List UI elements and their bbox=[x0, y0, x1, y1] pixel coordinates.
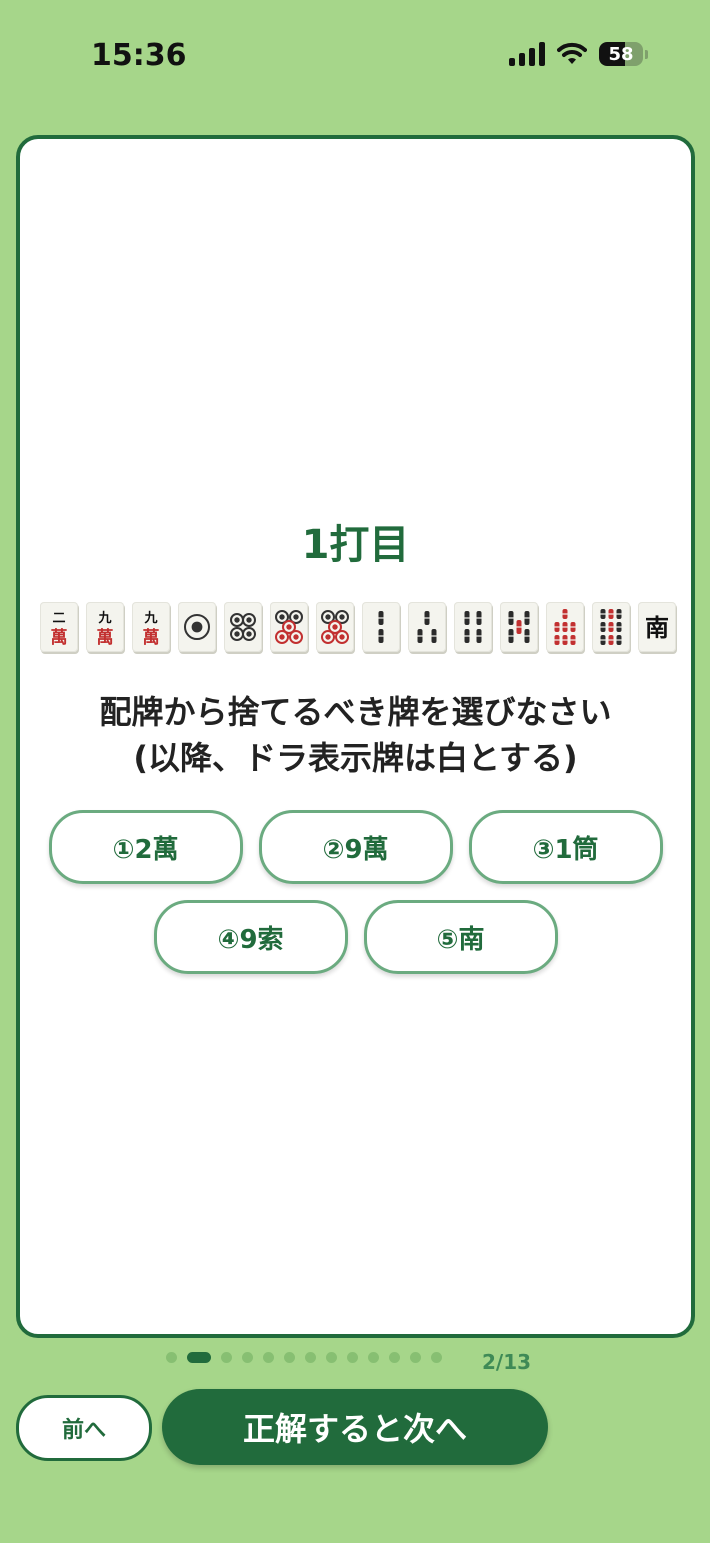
4-pin-tile bbox=[224, 602, 262, 652]
svg-text:二: 二 bbox=[52, 611, 65, 626]
page-dot[interactable] bbox=[221, 1352, 232, 1363]
page-dot[interactable] bbox=[389, 1352, 400, 1363]
4-sou-tile bbox=[454, 602, 492, 652]
option-3-button[interactable]: ③1筒 bbox=[468, 810, 663, 884]
svg-text:九: 九 bbox=[97, 611, 111, 626]
status-icons: 58 bbox=[509, 42, 648, 66]
svg-text:萬: 萬 bbox=[97, 627, 114, 647]
svg-text:萬: 萬 bbox=[51, 627, 68, 647]
page-counter: 2/13 bbox=[482, 1350, 532, 1374]
option-4-button[interactable]: ④9索 bbox=[153, 900, 348, 974]
2-sou-tile bbox=[362, 602, 400, 652]
status-bar: 15:36 58 bbox=[0, 0, 710, 110]
page-dot[interactable] bbox=[431, 1352, 442, 1363]
question-card: 1打目 二萬九萬九萬南 配牌から捨てるべき牌を選びなさい (以降、ドラ表示牌は白… bbox=[16, 135, 695, 1338]
page-dot[interactable] bbox=[305, 1352, 316, 1363]
status-time: 15:36 bbox=[91, 38, 187, 73]
battery-level: 58 bbox=[608, 43, 634, 65]
1-pin-tile bbox=[178, 602, 216, 652]
3-sou-tile bbox=[408, 602, 446, 652]
battery-icon: 58 bbox=[599, 42, 643, 66]
question-text: 配牌から捨てるべき牌を選びなさい (以降、ドラ表示牌は白とする) bbox=[20, 689, 691, 781]
9-man-tile: 九萬 bbox=[86, 602, 124, 652]
svg-text:九: 九 bbox=[143, 611, 157, 626]
pagination-dots bbox=[166, 1352, 442, 1363]
option-5-button[interactable]: ⑤南 bbox=[363, 900, 558, 974]
tile-hand: 二萬九萬九萬南 bbox=[40, 602, 676, 652]
5-pin-tile bbox=[270, 602, 308, 652]
2-man-tile: 二萬 bbox=[40, 602, 78, 652]
option-2-button[interactable]: ②9萬 bbox=[258, 810, 453, 884]
wifi-icon bbox=[557, 42, 587, 66]
options-row-2: ④9索 ⑤南 bbox=[20, 900, 691, 974]
9-man-tile: 九萬 bbox=[132, 602, 170, 652]
page-dot[interactable] bbox=[368, 1352, 379, 1363]
question-title: 1打目 bbox=[301, 522, 410, 568]
page-dot[interactable] bbox=[284, 1352, 295, 1363]
page-dot-active[interactable] bbox=[187, 1352, 211, 1363]
cellular-signal-icon bbox=[509, 42, 545, 66]
question-line-2: (以降、ドラ表示牌は白とする) bbox=[133, 739, 578, 777]
page-dot[interactable] bbox=[166, 1352, 177, 1363]
prev-button[interactable]: 前へ bbox=[16, 1395, 152, 1461]
svg-text:南: 南 bbox=[645, 613, 669, 642]
page-dot[interactable] bbox=[410, 1352, 421, 1363]
svg-text:萬: 萬 bbox=[143, 627, 160, 647]
page-dot[interactable] bbox=[347, 1352, 358, 1363]
next-button[interactable]: 正解すると次へ bbox=[162, 1389, 548, 1465]
answer-options: ①2萬 ②9萬 ③1筒 ④9索 ⑤南 bbox=[20, 810, 691, 990]
question-line-1: 配牌から捨てるべき牌を選びなさい bbox=[99, 693, 612, 731]
page-dot[interactable] bbox=[326, 1352, 337, 1363]
5-sou-tile bbox=[500, 602, 538, 652]
7-sou-tile bbox=[546, 602, 584, 652]
page-dot[interactable] bbox=[242, 1352, 253, 1363]
battery-tip bbox=[645, 49, 648, 59]
option-1-button[interactable]: ①2萬 bbox=[48, 810, 243, 884]
page-dot[interactable] bbox=[263, 1352, 274, 1363]
5-pin-tile bbox=[316, 602, 354, 652]
options-row-1: ①2萬 ②9萬 ③1筒 bbox=[20, 810, 691, 884]
9-sou-tile bbox=[592, 602, 630, 652]
south-tile: 南 bbox=[638, 602, 676, 652]
